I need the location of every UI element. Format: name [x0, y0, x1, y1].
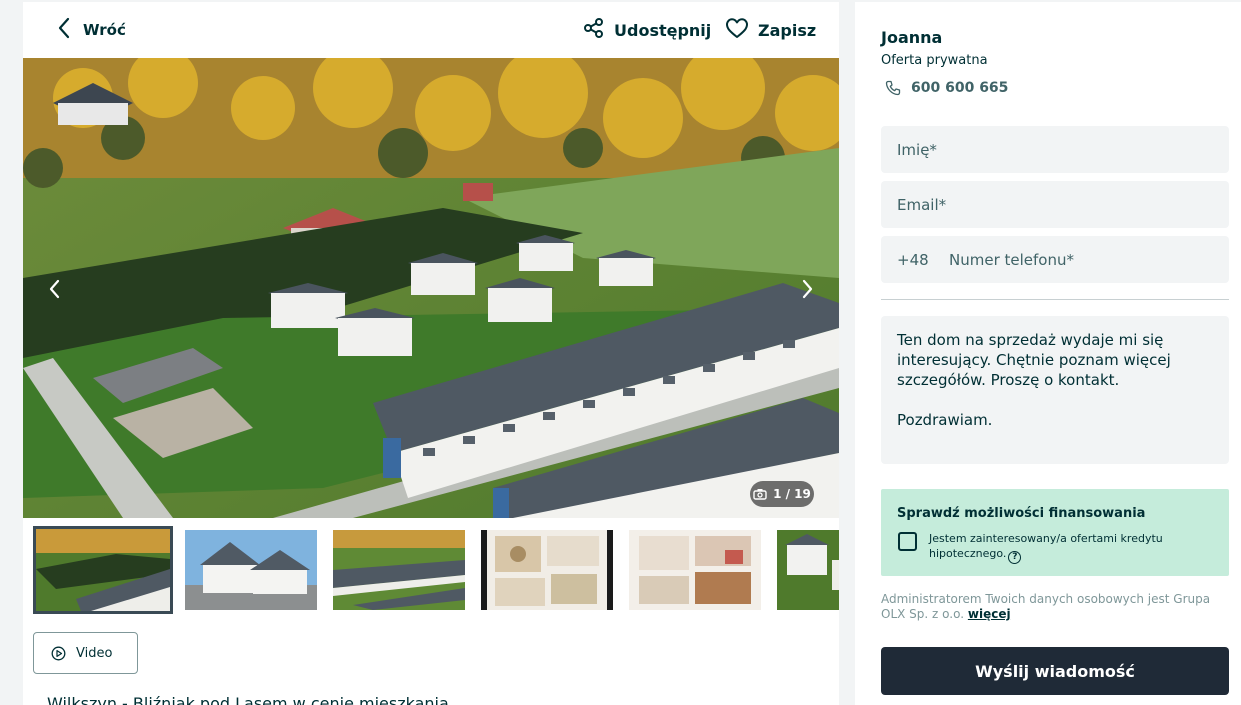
photo-counter: 1 / 19: [750, 481, 814, 507]
financing-title: Sprawdź możliwości finansowania: [897, 506, 1146, 521]
phone-link[interactable]: 600 600 665: [885, 80, 1008, 96]
financing-box: Sprawdź możliwości finansowania Jestem z…: [881, 489, 1229, 576]
phone-icon: [885, 80, 901, 96]
video-button[interactable]: Video: [33, 632, 138, 674]
form-divider: [881, 299, 1229, 300]
video-label: Video: [76, 645, 113, 661]
chevron-left-icon: [57, 17, 71, 43]
thumbnail-image: [333, 530, 465, 610]
photo-counter-text: 1 / 19: [773, 487, 811, 501]
send-message-button[interactable]: Wyślij wiadomość: [881, 647, 1229, 695]
seller-type: Oferta prywatna: [881, 53, 988, 68]
mortgage-checkbox-text: Jestem zainteresowany/a ofertami kredytu…: [929, 532, 1163, 560]
message-textarea[interactable]: Ten dom na sprzedaż wydaje mi się intere…: [881, 316, 1229, 464]
name-field[interactable]: Imię*: [881, 126, 1229, 173]
back-button[interactable]: Wróć: [57, 17, 126, 43]
thumbnail[interactable]: [185, 530, 317, 610]
thumbnail[interactable]: [629, 530, 761, 610]
thumbnail[interactable]: [33, 526, 173, 614]
thumbnail-image: [777, 530, 839, 610]
thumbnail-strip: [33, 526, 839, 614]
phone-number: 600 600 665: [911, 80, 1009, 96]
email-placeholder: Email*: [897, 195, 947, 214]
phone-placeholder: Numer telefonu*: [949, 250, 1074, 269]
thumbnail-image: [185, 530, 317, 610]
chevron-left-icon: [49, 279, 60, 299]
seller-name: Joanna: [881, 28, 943, 47]
listing-title: Wilkszyn - Bliźniak pod Lasem w cenie mi…: [47, 694, 449, 705]
prev-photo-button[interactable]: [40, 274, 70, 304]
help-icon[interactable]: ?: [1008, 551, 1022, 564]
gdpr-text: Administratorem Twoich danych osobowych …: [881, 592, 1211, 621]
save-label: Zapisz: [758, 20, 817, 40]
share-button[interactable]: Udostępnij: [583, 17, 711, 43]
chevron-right-icon: [802, 279, 813, 299]
back-label: Wróć: [83, 21, 126, 39]
email-field[interactable]: Email*: [881, 181, 1229, 228]
save-button[interactable]: Zapisz: [725, 17, 816, 43]
phone-prefix: +48: [897, 250, 929, 269]
thumbnail[interactable]: [333, 530, 465, 610]
thumbnail[interactable]: [481, 530, 613, 610]
thumbnail[interactable]: [777, 530, 839, 610]
share-icon: [583, 17, 605, 43]
share-label: Udostępnij: [614, 20, 712, 40]
send-message-label: Wyślij wiadomość: [975, 661, 1135, 681]
main-photo[interactable]: 1 / 19: [23, 58, 839, 518]
phone-field[interactable]: +48 Numer telefonu*: [881, 236, 1229, 283]
heart-icon: [725, 17, 749, 43]
contact-panel: Joanna Oferta prywatna 600 600 665 Imię*…: [855, 2, 1241, 705]
gdpr-notice: Administratorem Twoich danych osobowych …: [881, 592, 1233, 622]
camera-icon: [753, 489, 767, 500]
gdpr-more-link[interactable]: więcej: [968, 607, 1011, 621]
mortgage-checkbox-label: Jestem zainteresowany/a ofertami kredytu…: [929, 531, 1179, 564]
thumbnail-image: [36, 529, 170, 611]
play-icon: [51, 646, 66, 660]
thumbnail-image: [481, 530, 613, 610]
mortgage-checkbox[interactable]: [898, 532, 917, 551]
listing-card: Wróć Udostępnij Zapisz 1 / 19 Video Wilk…: [23, 2, 839, 705]
thumbnail-image: [629, 530, 761, 610]
name-placeholder: Imię*: [897, 140, 937, 159]
aerial-housing-photo: [23, 58, 839, 518]
top-bar: Wróć Udostępnij Zapisz: [23, 2, 839, 58]
next-photo-button[interactable]: [792, 274, 822, 304]
